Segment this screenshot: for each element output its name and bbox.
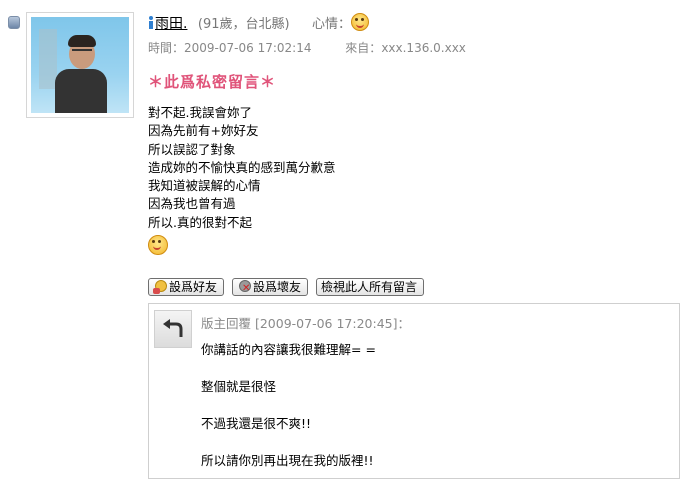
from-label: 來自：	[345, 41, 382, 55]
message-line: 所以.真的很對不起	[148, 214, 252, 230]
reply-body: 你講話的內容讓我很難理解= = 整個就是很怪 不過我還是很不爽!! 所以請你別再…	[201, 341, 376, 471]
smiley-icon	[351, 13, 370, 31]
message-line: 因為我也曾有過	[148, 196, 236, 212]
post-time: 2009-07-06 17:02:14	[184, 41, 312, 55]
time-label: 時間：	[148, 41, 185, 55]
message-line: 所以誤認了對象	[148, 141, 236, 157]
view-all-label: 檢視此人所有留言	[321, 280, 418, 294]
avatar-photo[interactable]	[31, 17, 129, 113]
user-meta: (91歲，台北縣)	[197, 17, 290, 32]
add-friend-label: 設爲好友	[169, 280, 218, 294]
owner-reply: 版主回覆 [2009-07-06 17:20:45]： 你講話的內容讓我很難理解…	[148, 303, 680, 479]
post-header: 雨田. (91歲，台北縣) 心情：	[148, 13, 370, 33]
action-buttons: 設爲好友 設爲壞友 檢視此人所有留言	[148, 278, 432, 296]
username-link[interactable]: 雨田.	[155, 16, 187, 32]
bullet-icon	[8, 16, 20, 29]
add-bad-label: 設爲壞友	[253, 280, 302, 294]
message-line: 我知道被誤解的心情	[148, 178, 261, 194]
post-info: 時間：2009-07-06 17:02:14 來自：xxx.136.0.xxx	[148, 39, 466, 56]
avatar[interactable]	[26, 12, 134, 118]
mood-label: 心情：	[312, 17, 352, 32]
smiley-icon	[148, 235, 168, 256]
private-notice: ＊此爲私密留言＊	[148, 73, 277, 91]
message-line: 對不起.我誤會妳了	[148, 105, 252, 120]
view-all-posts-button[interactable]: 檢視此人所有留言	[316, 278, 425, 296]
message-line: 造成妳的不愉快真的感到萬分歉意	[148, 159, 336, 175]
add-friend-button[interactable]: 設爲好友	[148, 278, 225, 296]
add-friend-icon	[153, 280, 167, 294]
person-icon	[148, 16, 154, 29]
reply-line: 整個就是很怪	[201, 379, 277, 394]
message-body: 對不起.我誤會妳了 因為先前有+妳好友 所以誤認了對象 造成妳的不愉快真的感到萬…	[148, 104, 336, 257]
reply-line: 不過我還是很不爽!!	[201, 416, 312, 431]
add-bad-friend-button[interactable]: 設爲壞友	[232, 278, 309, 296]
reply-header: 版主回覆 [2009-07-06 17:20:45]：	[201, 316, 410, 331]
message-line: 因為先前有+妳好友	[148, 123, 259, 139]
reply-arrow-icon	[154, 310, 192, 348]
bad-friend-icon	[237, 280, 252, 294]
post-ip: xxx.136.0.xxx	[381, 41, 466, 55]
reply-line: 你講話的內容讓我很難理解= =	[201, 342, 376, 357]
reply-line: 所以請你別再出現在我的版裡!!	[201, 453, 374, 468]
